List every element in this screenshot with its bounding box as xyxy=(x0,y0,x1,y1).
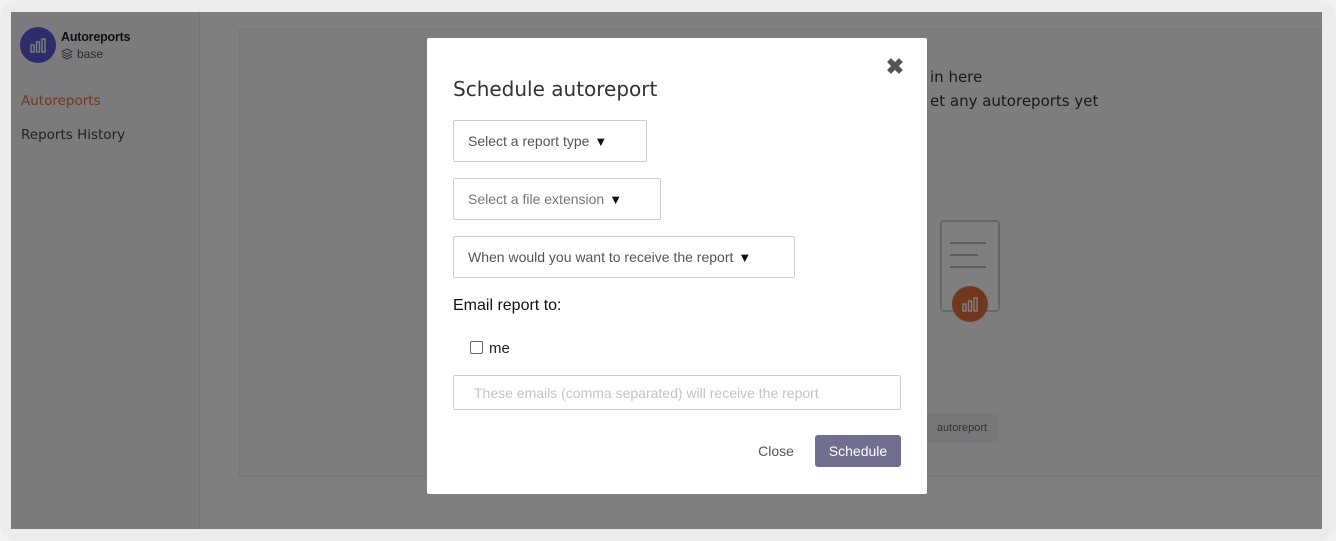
email-me-checkbox[interactable] xyxy=(470,341,483,354)
file-extension-select[interactable]: Select a file extension ▼ xyxy=(453,178,661,220)
app: Autoreports base Autoreports Reports His… xyxy=(11,12,1322,529)
email-me-option[interactable]: me xyxy=(470,338,510,357)
email-report-label: Email report to: xyxy=(453,297,562,314)
file-extension-placeholder: Select a file extension xyxy=(468,191,605,207)
emails-input[interactable] xyxy=(453,375,901,410)
schedule-autoreport-dialog: ✖ Schedule autoreport Select a report ty… xyxy=(427,38,927,494)
report-type-placeholder: Select a report type xyxy=(468,133,590,149)
chevron-down-icon: ▼ xyxy=(594,133,608,149)
dialog-title: Schedule autoreport xyxy=(453,77,658,101)
chevron-down-icon: ▼ xyxy=(738,249,752,265)
close-icon[interactable]: ✖ xyxy=(885,56,905,78)
schedule-button[interactable]: Schedule xyxy=(815,435,901,467)
schedule-frequency-placeholder: When would you want to receive the repor… xyxy=(468,249,734,265)
browser-window: Autoreports base Autoreports Reports His… xyxy=(0,0,1336,541)
report-type-select[interactable]: Select a report type ▼ xyxy=(453,120,647,162)
close-button[interactable]: Close xyxy=(748,435,804,467)
schedule-frequency-select[interactable]: When would you want to receive the repor… xyxy=(453,236,795,278)
email-me-label: me xyxy=(489,340,510,357)
chevron-down-icon: ▼ xyxy=(609,191,623,207)
